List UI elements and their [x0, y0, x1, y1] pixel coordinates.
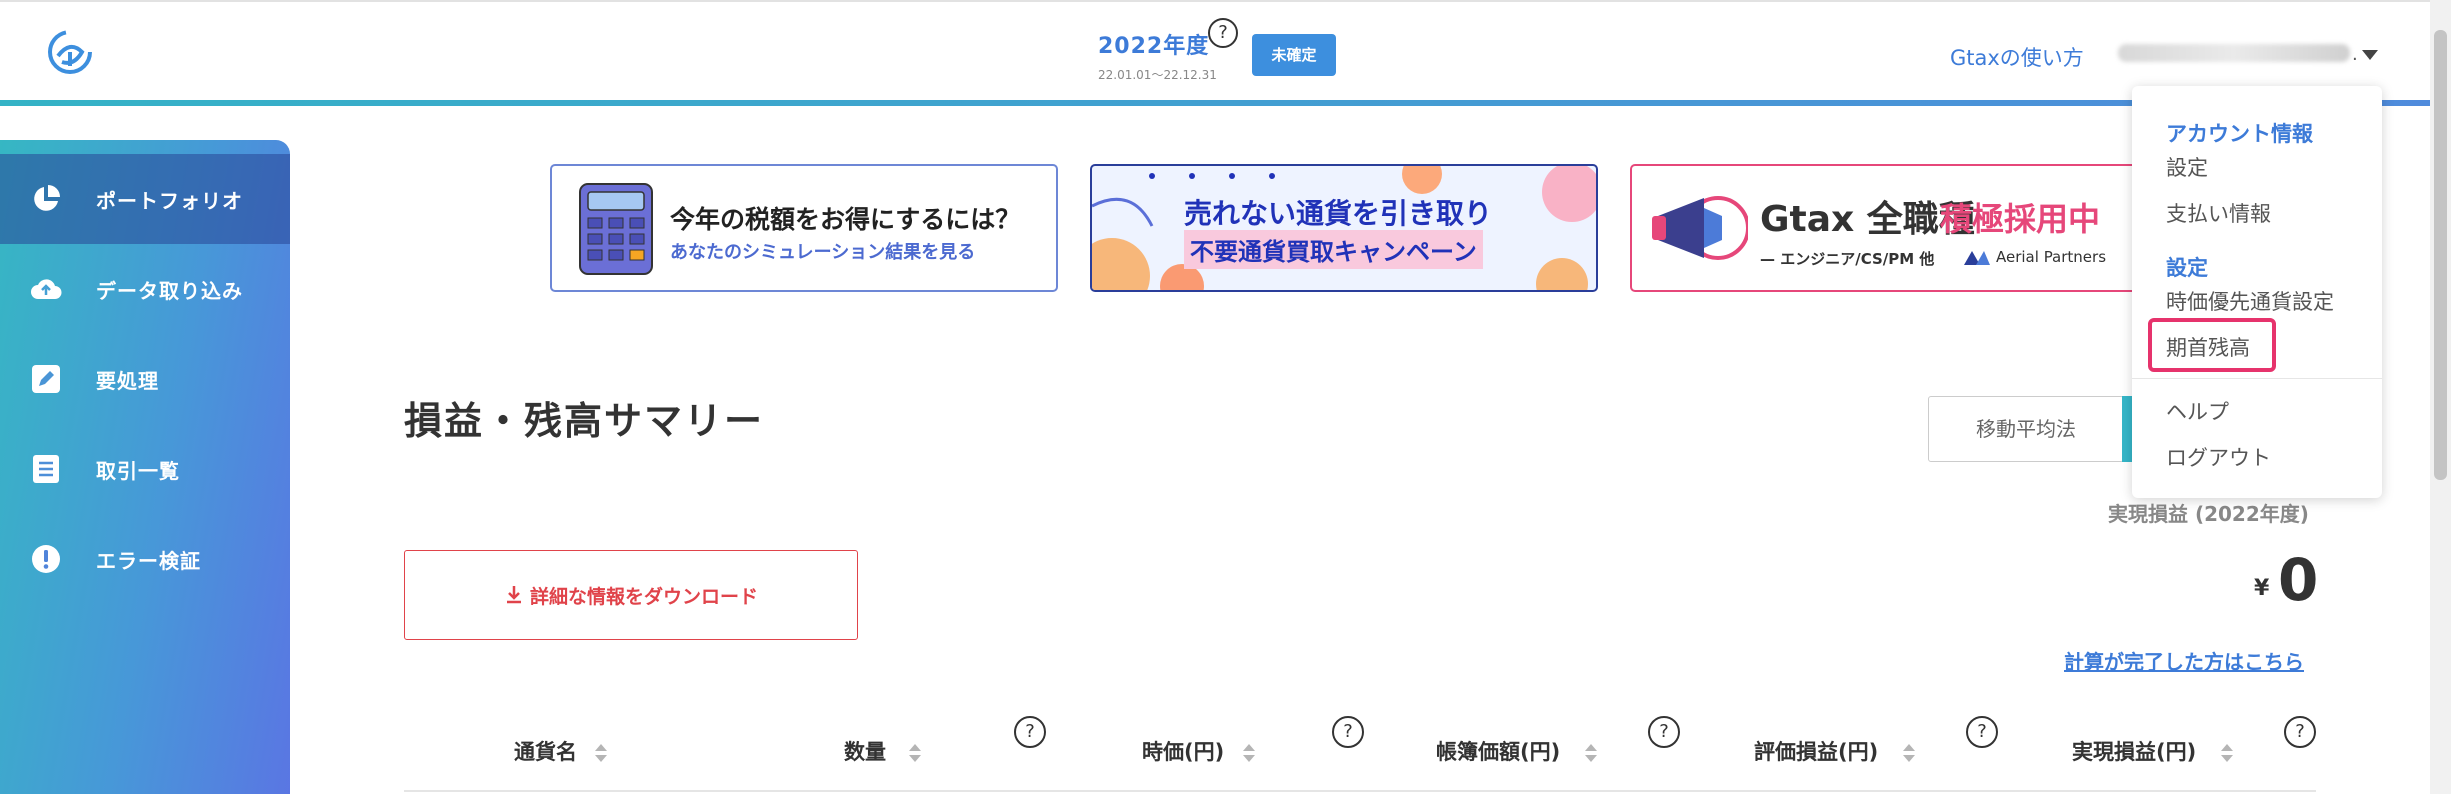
- user-menu-caret-icon[interactable]: [2362, 50, 2378, 60]
- pie-chart-icon: [34, 185, 60, 211]
- top-header: 2022年度 22.01.01〜22.12.31 ? 未確定 Gtaxの使い方 …: [0, 0, 2451, 106]
- column-header-quantity[interactable]: 数量: [844, 736, 886, 766]
- sort-icon[interactable]: [1902, 742, 1916, 764]
- download-details-button[interactable]: 詳細な情報をダウンロード: [404, 550, 858, 640]
- fiscal-year-range: 22.01.01〜22.12.31: [1098, 68, 1217, 82]
- aerial-partners-logo-icon: [1964, 250, 1990, 265]
- sidebar: ポートフォリオ データ取り込み 要処理 取引一覧 エラー検証: [0, 140, 290, 794]
- cloud-upload-icon: [31, 279, 62, 299]
- unrealized-pl-help-icon[interactable]: ?: [1966, 716, 1998, 748]
- sort-icon[interactable]: [594, 742, 608, 764]
- realized-pl-help-icon[interactable]: ?: [2284, 716, 2316, 748]
- moving-average-method-button[interactable]: 移動平均法: [1928, 396, 2124, 462]
- partner-name: Aerial Partners: [1996, 248, 2107, 266]
- settings-header: 設定: [2166, 256, 2208, 280]
- sidebar-item-pending[interactable]: 要処理: [0, 334, 290, 424]
- banner-hiring-text: 積極採用中: [1940, 200, 2101, 238]
- menu-divider: [2132, 378, 2382, 379]
- gtax-logo[interactable]: [44, 26, 96, 78]
- download-icon: [506, 586, 521, 604]
- banner-partner: Aerial Partners: [1962, 248, 2106, 266]
- realized-profit-label: 実現損益 (2022年度): [2108, 502, 2309, 526]
- status-badge[interactable]: 未確定: [1252, 34, 1336, 76]
- list-icon: [33, 455, 59, 483]
- banner-title: 今年の税額をお得にするには？: [670, 205, 1021, 234]
- sort-icon[interactable]: [908, 742, 922, 764]
- currency-buyback-banner[interactable]: 売れない通貨を引き取り 不要通貨買取キャンペーン: [1090, 164, 1598, 292]
- user-dropdown-menu: アカウント情報 設定 支払い情報 設定 時価優先通貨設定 期首残高 ヘルプ ログ…: [2132, 86, 2382, 498]
- page-scrollbar-thumb[interactable]: [2434, 30, 2447, 480]
- table-header-divider: [404, 790, 2316, 792]
- column-header-market-price[interactable]: 時価(円): [1142, 736, 1224, 766]
- alternate-method-button-edge[interactable]: [2122, 396, 2132, 462]
- column-header-book-value[interactable]: 帳簿価額(円): [1436, 736, 1560, 766]
- alert-icon: [32, 545, 60, 573]
- banner-title: 売れない通貨を引き取り: [1184, 197, 1493, 230]
- sort-icon[interactable]: [1584, 742, 1598, 764]
- menu-item-price-currency-settings[interactable]: 時価優先通貨設定: [2166, 286, 2334, 316]
- fiscal-year-label[interactable]: 2022年度: [1098, 28, 1217, 60]
- edit-icon: [32, 365, 60, 393]
- menu-item-account-settings[interactable]: 設定: [2166, 152, 2208, 182]
- sidebar-item-label: エラー検証: [96, 548, 201, 573]
- sidebar-item-transactions[interactable]: 取引一覧: [0, 424, 290, 514]
- account-info-header: アカウント情報: [2166, 122, 2313, 146]
- sidebar-item-portfolio[interactable]: ポートフォリオ: [0, 154, 290, 244]
- megaphone-icon: [1652, 196, 1748, 260]
- banner-subtitle: 不要通貨買取キャンペーン: [1184, 230, 1483, 269]
- opening-balance-highlight-box: [2148, 318, 2276, 372]
- banner-subtitle: あなたのシミュレーション結果を見る: [670, 242, 976, 263]
- sidebar-item-label: データ取り込み: [96, 278, 243, 303]
- howto-link[interactable]: Gtaxの使い方: [1950, 42, 2084, 72]
- column-header-realized-pl[interactable]: 実現損益(円): [2072, 736, 2196, 766]
- currency-symbol: ¥: [2254, 576, 2270, 601]
- sort-icon[interactable]: [2220, 742, 2234, 764]
- sidebar-item-data-import[interactable]: データ取り込み: [0, 244, 290, 334]
- sidebar-item-label: 要処理: [96, 368, 159, 393]
- page-title: 損益・残高サマリー: [404, 399, 765, 443]
- quantity-help-icon[interactable]: ?: [1014, 716, 1046, 748]
- recruiting-banner[interactable]: Gtax 全職種 積極採用中 — エンジニア/CS/PM 他 Aerial Pa…: [1630, 164, 2150, 292]
- calculation-complete-link[interactable]: 計算が完了した方はこちら: [2064, 646, 2304, 675]
- menu-item-logout[interactable]: ログアウト: [2166, 442, 2271, 472]
- download-button-label: 詳細な情報をダウンロード: [529, 585, 758, 608]
- calculator-icon: [579, 183, 653, 275]
- fiscal-year-selector[interactable]: 2022年度 22.01.01〜22.12.31: [1098, 28, 1217, 83]
- book-value-help-icon[interactable]: ?: [1648, 716, 1680, 748]
- realized-profit-value: 0: [2278, 546, 2319, 614]
- sidebar-item-error-check[interactable]: エラー検証: [0, 514, 290, 604]
- sort-icon[interactable]: [1242, 742, 1256, 764]
- menu-item-help[interactable]: ヘルプ: [2166, 396, 2229, 426]
- user-email-blurred[interactable]: [2118, 44, 2350, 62]
- user-email-suffix: .: [2352, 44, 2358, 65]
- market-price-help-icon[interactable]: ?: [1332, 716, 1364, 748]
- fiscal-year-help-icon[interactable]: ?: [1208, 18, 1238, 48]
- column-header-currency[interactable]: 通貨名: [514, 736, 577, 766]
- header-accent-line: [0, 100, 2430, 106]
- sidebar-item-label: ポートフォリオ: [96, 188, 243, 213]
- column-header-unrealized-pl[interactable]: 評価損益(円): [1754, 736, 1878, 766]
- sidebar-item-label: 取引一覧: [96, 458, 180, 483]
- banner-subtitle: — エンジニア/CS/PM 他: [1760, 250, 1935, 268]
- tax-simulation-banner[interactable]: 今年の税額をお得にするには？ あなたのシミュレーション結果を見る: [550, 164, 1058, 292]
- menu-item-payment-info[interactable]: 支払い情報: [2166, 198, 2271, 228]
